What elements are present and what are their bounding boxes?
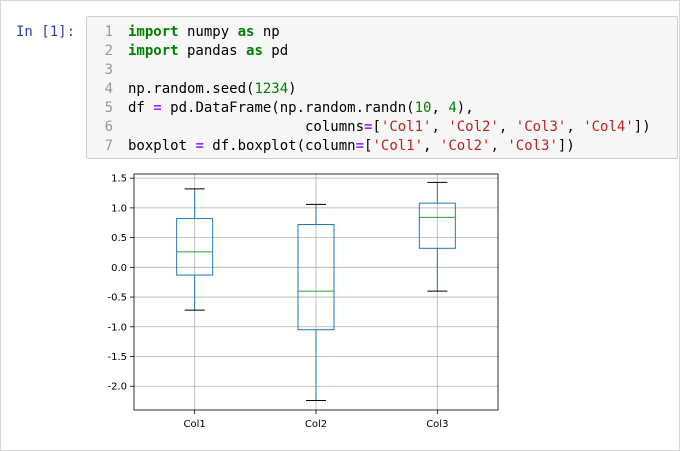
code-token: import bbox=[128, 24, 179, 40]
code-token: pd bbox=[262, 43, 289, 59]
code-token: , bbox=[423, 138, 440, 154]
code-token: , bbox=[490, 138, 508, 154]
code-token: 'Col2' bbox=[439, 138, 491, 154]
code-line: 7 boxplot = df.boxplot(column=['Col1', 'C… bbox=[87, 137, 677, 156]
code-token: 'Col1' bbox=[380, 119, 432, 135]
code-token: , bbox=[566, 119, 584, 135]
code-text: np.random.seed(1234) bbox=[128, 80, 297, 99]
code-token: 'Col4' bbox=[583, 119, 634, 135]
code-token: 'Col3' bbox=[515, 119, 567, 135]
code-token: columns bbox=[128, 119, 365, 135]
code-text: columns=['Col1', 'Col2', 'Col3', 'Col4']… bbox=[128, 118, 651, 137]
boxplot-chart: -2.0 -1.5 -1.0 -0.5 0.0 0.5 1.0 1.5 Col1 Col2 Col3 bbox=[107, 173, 499, 430]
code-token: np bbox=[254, 24, 280, 40]
code-token: boxplot bbox=[128, 138, 196, 154]
line-number: 5 bbox=[104, 100, 113, 116]
code-token: = bbox=[355, 138, 365, 154]
line-number: 7 bbox=[104, 138, 113, 154]
code-token: 10 bbox=[414, 100, 432, 116]
code-line: 4 np.random.seed(1234) bbox=[87, 80, 677, 99]
code-token: = bbox=[153, 100, 162, 116]
code-token: ]) bbox=[633, 119, 651, 135]
code-token: 'Col3' bbox=[507, 138, 558, 154]
code-token: pd.DataFrame(np.random.randn( bbox=[161, 100, 415, 116]
line-number: 3 bbox=[104, 62, 113, 78]
y-tick-label: -1.5 bbox=[107, 352, 127, 363]
code-editor[interactable]: 1 import numpy as np 2 import pandas as pd 3… bbox=[86, 16, 678, 159]
y-tick-label: -1.0 bbox=[107, 322, 127, 333]
code-token: import bbox=[128, 43, 179, 59]
code-line: 3 bbox=[87, 61, 677, 80]
code-token: 4 bbox=[448, 100, 457, 116]
code-line: 2 import pandas as pd bbox=[87, 42, 677, 61]
y-tick-label: -2.0 bbox=[107, 382, 127, 393]
code-token: 'Col2' bbox=[448, 119, 499, 135]
code-token: ), bbox=[456, 100, 474, 116]
code-token: numpy bbox=[178, 24, 238, 40]
code-token: 'Col1' bbox=[372, 138, 424, 154]
code-token: pandas bbox=[178, 43, 247, 59]
y-tick-label: 1.0 bbox=[111, 203, 127, 214]
code-token: 1234 bbox=[254, 81, 289, 97]
line-number: 2 bbox=[104, 43, 113, 59]
code-token: df bbox=[128, 100, 154, 116]
code-token: ) bbox=[288, 81, 297, 97]
code-text: import numpy as np bbox=[128, 23, 280, 42]
code-token: , bbox=[431, 100, 449, 116]
code-token: np.random.seed( bbox=[128, 81, 255, 97]
code-line: 1 import numpy as np bbox=[87, 23, 677, 42]
x-tick-label: Col1 bbox=[184, 419, 206, 430]
code-token: as bbox=[237, 24, 255, 40]
x-tick-label: Col2 bbox=[305, 419, 327, 430]
code-text: boxplot = df.boxplot(column=['Col1', 'Co… bbox=[128, 137, 575, 156]
line-number: 4 bbox=[104, 81, 113, 97]
y-tick-label: 0.0 bbox=[111, 263, 127, 274]
code-token: = bbox=[195, 138, 204, 154]
y-tick-label: 0.5 bbox=[111, 233, 127, 244]
y-tick-label: -0.5 bbox=[107, 293, 127, 304]
y-tick-label: 1.5 bbox=[111, 174, 127, 185]
code-token: ]) bbox=[557, 138, 575, 154]
x-tick-label: Col3 bbox=[426, 419, 448, 430]
code-line: 6 columns=['Col1', 'Col2', 'Col3', 'Col4… bbox=[87, 118, 677, 137]
input-prompt: In [1]: bbox=[16, 24, 76, 40]
code-text: df = pd.DataFrame(np.random.randn(10, 4)… bbox=[128, 99, 474, 118]
code-token: [ bbox=[372, 119, 381, 135]
code-token: df.boxplot(column bbox=[203, 138, 356, 154]
code-line: 5 df = pd.DataFrame(np.random.randn(10, 4… bbox=[87, 99, 677, 118]
line-number: 6 bbox=[104, 119, 113, 135]
code-token: as bbox=[246, 43, 263, 59]
line-number: 1 bbox=[104, 24, 113, 40]
code-token: , bbox=[431, 119, 449, 135]
code-text: import pandas as pd bbox=[128, 42, 288, 61]
code-token: , bbox=[498, 119, 516, 135]
